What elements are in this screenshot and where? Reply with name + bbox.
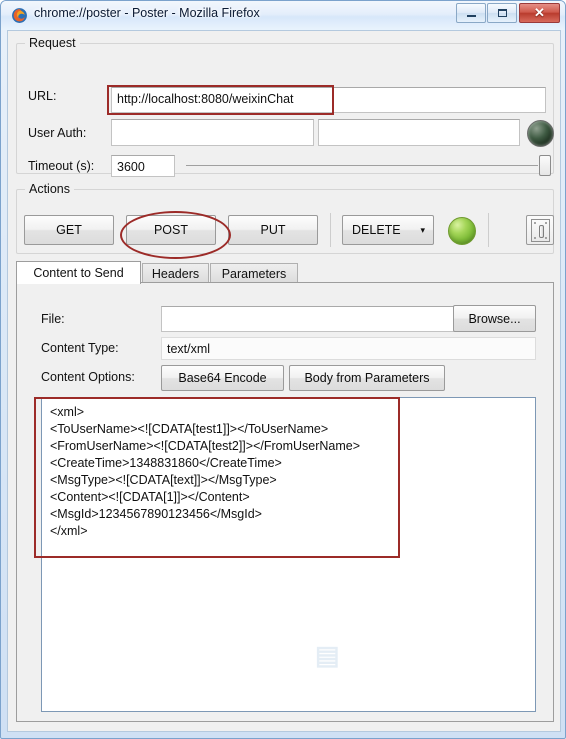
auth-status-orb-icon [527, 120, 554, 147]
request-group-title: Request [25, 36, 80, 50]
put-button[interactable]: PUT [228, 215, 318, 245]
content-type-label: Content Type: [41, 341, 119, 355]
tab-headers[interactable]: Headers [142, 263, 209, 283]
timeout-input[interactable]: 3600 [111, 155, 175, 177]
user-auth-label: User Auth: [28, 126, 87, 140]
light-switch-button[interactable] [526, 215, 554, 245]
file-input[interactable] [161, 306, 455, 332]
window-title: chrome://poster - Poster - Mozilla Firef… [34, 6, 260, 20]
chevron-down-icon: ▾ [420, 224, 425, 235]
maximize-icon [497, 9, 507, 17]
minimize-icon [466, 15, 476, 17]
auth-username-input[interactable] [111, 119, 314, 146]
actions-group-title: Actions [25, 182, 74, 196]
screw-icon [534, 222, 536, 224]
title-bar: chrome://poster - Poster - Mozilla Firef… [1, 1, 565, 30]
post-button[interactable]: POST [126, 215, 216, 245]
screw-icon [545, 222, 547, 224]
body-from-parameters-button[interactable]: Body from Parameters [289, 365, 445, 391]
tab-parameters[interactable]: Parameters [210, 263, 298, 283]
client-area: Request URL: http://localhost:8080/weixi… [7, 30, 561, 732]
file-label: File: [41, 312, 65, 326]
watermark-icon: ▤ [315, 640, 340, 670]
url-input[interactable]: http://localhost:8080/weixinChat [111, 87, 546, 113]
auth-password-input[interactable] [318, 119, 520, 146]
actions-separator-2 [488, 213, 489, 247]
send-status-orb-icon[interactable] [448, 217, 476, 245]
close-icon: ✕ [534, 5, 545, 20]
tab-strip: Content to Send Headers Parameters [16, 261, 554, 284]
light-switch-lever-icon [539, 225, 544, 238]
screw-icon [534, 237, 536, 239]
delete-method-dropdown[interactable]: DELETE ▾ [342, 215, 434, 245]
light-switch-icon [531, 219, 550, 242]
close-button[interactable]: ✕ [519, 3, 560, 23]
delete-method-label: DELETE [352, 223, 401, 237]
get-button[interactable]: GET [24, 215, 114, 245]
actions-separator-1 [330, 213, 331, 247]
timeout-label: Timeout (s): [28, 159, 95, 173]
browse-button[interactable]: Browse... [453, 305, 536, 332]
base64-encode-button[interactable]: Base64 Encode [161, 365, 284, 391]
content-options-label: Content Options: [41, 370, 135, 384]
content-to-send-panel: File: Browse... Content Type: text/xml C… [16, 282, 554, 722]
maximize-button[interactable] [487, 3, 517, 23]
timeout-slider-thumb[interactable] [539, 155, 551, 176]
request-body-textarea[interactable]: <xml> <ToUserName><![CDATA[test1]]></ToU… [41, 397, 536, 712]
minimize-button[interactable] [456, 3, 486, 23]
application-window: chrome://poster - Poster - Mozilla Firef… [0, 0, 566, 739]
timeout-slider-track[interactable] [186, 165, 538, 166]
firefox-logo-icon [12, 8, 27, 23]
tab-content-to-send[interactable]: Content to Send [16, 261, 141, 284]
content-type-input[interactable]: text/xml [161, 337, 536, 360]
screw-icon [545, 237, 547, 239]
url-label: URL: [28, 89, 57, 103]
